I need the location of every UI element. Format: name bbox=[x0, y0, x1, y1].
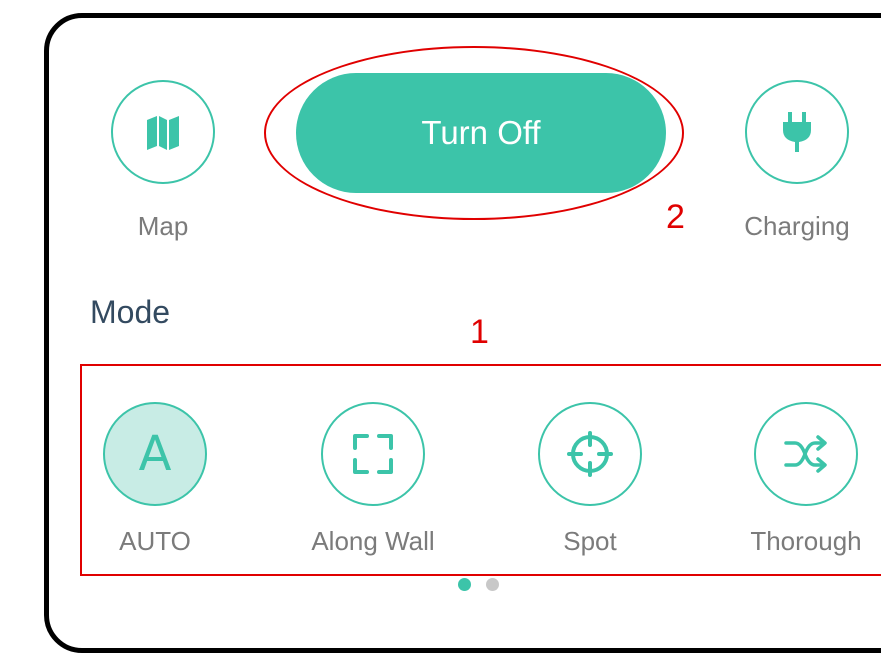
crosshair-icon bbox=[567, 431, 613, 477]
callout-2: 2 bbox=[666, 198, 685, 236]
charging-label: Charging bbox=[744, 211, 850, 241]
corners-frame-icon bbox=[353, 434, 393, 474]
shuffle-icon bbox=[784, 435, 827, 473]
mode-thorough-button[interactable] bbox=[754, 402, 858, 506]
map-button[interactable] bbox=[111, 80, 215, 184]
mode-thorough-label: Thorough bbox=[750, 526, 862, 556]
mode-along-wall-button[interactable] bbox=[321, 402, 425, 506]
charging-button[interactable] bbox=[745, 80, 849, 184]
plug-icon bbox=[783, 112, 811, 152]
page-indicator-dot-active bbox=[458, 578, 471, 591]
letter-a-icon: A bbox=[138, 426, 172, 482]
map-icon bbox=[147, 116, 179, 150]
turn-off-button[interactable]: Turn Off bbox=[296, 73, 666, 193]
mode-auto-button[interactable]: A bbox=[103, 402, 207, 506]
map-label: Map bbox=[137, 211, 189, 241]
mode-along-wall-label: Along Wall bbox=[311, 526, 435, 556]
mode-spot-button[interactable] bbox=[538, 402, 642, 506]
mode-title: Mode bbox=[90, 294, 171, 330]
callout-1: 1 bbox=[470, 313, 489, 351]
mode-auto-label: AUTO bbox=[119, 526, 191, 556]
mode-spot-label: Spot bbox=[563, 526, 617, 556]
page-indicator-dot bbox=[486, 578, 499, 591]
